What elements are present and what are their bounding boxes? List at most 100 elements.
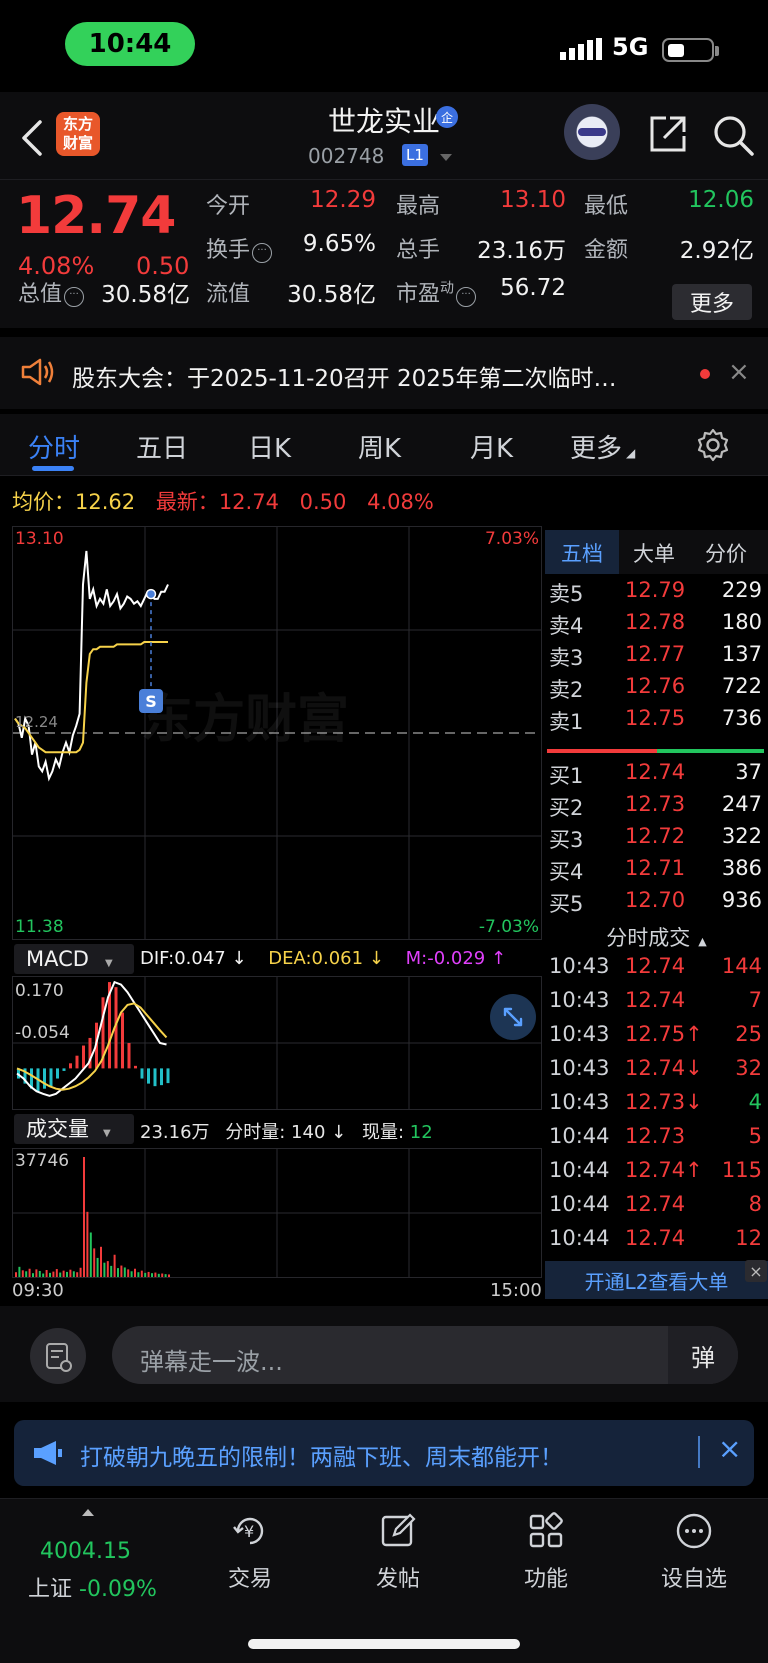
announcement-bar[interactable]: 股东大会：于2025-11-20召开 2025年第二次临时… × [0, 337, 768, 409]
volume-bar [168, 1274, 170, 1277]
y-axis-bottom-label: 11.38 [15, 917, 64, 937]
svg-text:¥: ¥ [244, 1522, 254, 1541]
tab-five-day[interactable]: 五日 [136, 428, 188, 465]
macd-histogram-bar [43, 1068, 46, 1089]
more-dots-icon [676, 1513, 712, 1549]
tab-daily-k[interactable]: 日K [248, 428, 291, 465]
volume-bar [76, 1272, 79, 1277]
volume-chart[interactable]: 37746 [12, 1148, 542, 1278]
macd-chart-svg [13, 977, 541, 1109]
macd-chart[interactable]: 0.170 -0.054 [12, 976, 542, 1110]
bid-row: 买3 12.72 322 [549, 824, 762, 852]
volume-y-top: 37746 [15, 1151, 70, 1171]
volume-bar [15, 1272, 17, 1277]
volume-bar [161, 1273, 164, 1277]
share-icon[interactable] [648, 114, 688, 154]
volume-bar [130, 1271, 133, 1277]
nav-post[interactable]: 发帖 [338, 1511, 458, 1593]
bid-row: 买2 12.73 247 [549, 792, 762, 820]
chevron-down-icon[interactable] [440, 154, 452, 161]
speaker-icon [21, 358, 54, 386]
nav-trade[interactable]: ¥ 交易 [190, 1511, 310, 1593]
comment-settings-icon[interactable] [30, 1328, 86, 1384]
volume-bar [137, 1272, 140, 1277]
macd-histogram-bar [56, 1068, 59, 1079]
macd-histogram-bar [62, 1068, 66, 1071]
volume-bar [52, 1271, 55, 1277]
tick-row: 10:43 12.75↑ 25 [549, 1022, 762, 1046]
time-axis-end: 15:00 [490, 1280, 542, 1301]
gear-icon[interactable] [696, 428, 730, 462]
status-time: 10:44 [65, 22, 195, 66]
nav-functions[interactable]: 功能 [486, 1511, 606, 1593]
enterprise-badge: 企 [436, 106, 458, 128]
ask-row: 卖5 12.79 229 [549, 578, 762, 606]
megaphone-icon [34, 1441, 62, 1465]
intraday-chart[interactable]: 13.10 7.03% 11.38 -7.03% 12.24 东方财富 S [12, 526, 542, 940]
macd-histogram-bar [160, 1068, 163, 1086]
macd-histogram-bar [69, 1063, 72, 1069]
volume-bar [28, 1268, 31, 1277]
pe-label: 市盈动 ··· [396, 276, 477, 308]
tab-weekly-k[interactable]: 周K [358, 428, 401, 465]
robot-eyes [578, 128, 606, 136]
volume-bar [103, 1262, 106, 1277]
order-book-panel: 五档 大单 分价 卖5 12.79 229 卖4 12.78 180 卖3 12.77 13… [545, 530, 768, 1299]
tick-trades-header[interactable]: 分时成交 ▲ [545, 922, 768, 954]
volume-bar [79, 1267, 82, 1277]
volume-bar [113, 1254, 116, 1277]
network-label: 5G [612, 33, 649, 61]
close-icon[interactable]: × [728, 357, 750, 387]
danmu-toggle[interactable]: 弹 [668, 1326, 738, 1384]
promo-banner[interactable]: 打破朝九晚五的限制！两融下班、周末都能开！ × [14, 1420, 754, 1486]
promo-text[interactable]: 打破朝九晚五的限制！两融下班、周末都能开！ [80, 1438, 563, 1472]
announcement-text[interactable]: 股东大会：于2025-11-20召开 2025年第二次临时… [72, 359, 617, 393]
volume-bar [151, 1273, 153, 1277]
edit-icon [381, 1513, 416, 1547]
nav-watchlist[interactable]: 设自选 [634, 1511, 754, 1593]
tab-price-distribution[interactable]: 分价 [705, 538, 747, 568]
close-icon[interactable]: × [718, 1432, 741, 1465]
tick-row: 10:44 12.73 5 [549, 1124, 762, 1148]
close-icon[interactable]: × [745, 1260, 767, 1282]
volume-bar [140, 1270, 143, 1277]
expand-icon[interactable] [490, 994, 536, 1040]
volume-bar [45, 1270, 48, 1277]
amount-value: 2.92亿 [679, 238, 754, 264]
volume-value: 23.16万 [477, 238, 566, 264]
expand-up-icon[interactable] [82, 1509, 94, 1516]
tab-intraday[interactable]: 分时 [28, 428, 80, 465]
volume-bar [147, 1271, 150, 1277]
volume-bar [164, 1274, 167, 1277]
search-icon[interactable] [712, 114, 756, 158]
signal-icon [560, 38, 602, 60]
tab-monthly-k[interactable]: 月K [470, 428, 513, 465]
tab-five-levels[interactable]: 五档 [561, 538, 603, 568]
more-button[interactable]: 更多 [672, 284, 752, 320]
ask-row: 卖1 12.75 736 [549, 706, 762, 734]
tick-row: 10:44 12.74↑ 115 [549, 1158, 762, 1182]
tab-more[interactable]: 更多 ◢ [570, 428, 635, 465]
order-book-tabs: 五档 大单 分价 [545, 530, 768, 574]
status-bar: 10:44 5G [0, 0, 768, 92]
time-axis-start: 09:30 [12, 1280, 64, 1301]
l2-upgrade-banner[interactable]: 开通L2查看大单 [545, 1261, 768, 1299]
macd-y-bottom: -0.054 [15, 1023, 70, 1043]
volume-bar [69, 1269, 72, 1277]
volume-bar [96, 1257, 99, 1277]
index-value[interactable]: 4004.15 [40, 1539, 131, 1564]
volume-select[interactable]: 成交量 ▼ [14, 1114, 134, 1144]
comment-input[interactable]: 弹幕走一波... 弹 [112, 1326, 738, 1384]
sell-signal-marker[interactable]: S [139, 689, 163, 713]
index-ticker[interactable]: 上证 -0.09% [28, 1571, 157, 1603]
macd-histogram-bar [75, 1055, 79, 1069]
macd-histogram-bar [140, 1068, 144, 1079]
volume-bar [18, 1266, 21, 1277]
level-badge[interactable]: L1 [402, 144, 428, 166]
tab-big-orders[interactable]: 大单 [633, 538, 675, 568]
open-value: 12.29 [310, 187, 376, 213]
float-cap-label: 流值 [206, 282, 251, 307]
volume-bar [100, 1246, 102, 1277]
indicator-select[interactable]: MACD ▼ [14, 944, 134, 974]
ask-row: 卖4 12.78 180 [549, 610, 762, 638]
